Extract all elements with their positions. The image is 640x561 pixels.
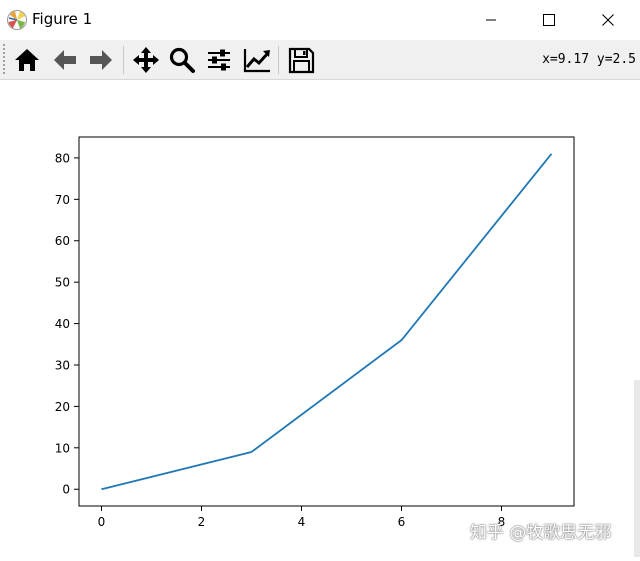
back-button[interactable] <box>48 43 82 76</box>
move-icon <box>133 47 159 73</box>
y-tick-label: 70 <box>55 193 70 207</box>
sliders-icon <box>208 49 230 71</box>
y-tick-label: 30 <box>55 358 70 372</box>
maximize-icon <box>543 14 555 26</box>
window-edge <box>634 380 640 557</box>
subplots-button[interactable] <box>202 43 236 76</box>
window-title: Figure 1 <box>32 10 93 28</box>
arrow-right-icon <box>90 50 112 70</box>
cursor-coordinates: x=9.17 y=2.5 <box>542 52 636 67</box>
x-tick-label: 4 <box>298 515 306 529</box>
maximize-button[interactable] <box>529 6 569 34</box>
matplotlib-app-icon <box>7 10 27 30</box>
x-tick-label: 2 <box>198 515 206 529</box>
toolbar-grip[interactable] <box>3 44 5 74</box>
home-icon <box>15 49 39 71</box>
y-tick-label: 80 <box>55 151 70 165</box>
title-bar: Figure 1 <box>0 0 640 40</box>
y-tick-label: 50 <box>55 276 70 290</box>
close-button[interactable] <box>588 6 628 34</box>
figure-canvas[interactable]: 02468 0 10 20 30 40 50 60 70 80 <box>0 80 640 557</box>
home-button[interactable] <box>10 43 44 76</box>
magnifier-icon <box>169 47 195 73</box>
x-tick-label: 6 <box>398 515 406 529</box>
y-tick-label: 20 <box>55 400 70 414</box>
watermark: 知乎 @牧歌思无邪 <box>470 523 612 543</box>
close-icon <box>602 14 614 26</box>
minimize-icon <box>486 19 496 21</box>
arrow-left-icon <box>54 50 76 70</box>
y-tick-label: 40 <box>55 317 70 331</box>
floppy-disk-icon <box>288 47 315 74</box>
edit-axes-button[interactable] <box>239 43 273 76</box>
pan-button[interactable] <box>129 43 163 76</box>
save-button[interactable] <box>284 43 318 76</box>
y-tick-label: 10 <box>55 441 70 455</box>
zoom-button[interactable] <box>165 43 199 76</box>
y-tick-label: 0 <box>62 483 70 497</box>
x-tick-label: 0 <box>98 515 106 529</box>
axes-frame <box>78 136 575 507</box>
forward-button[interactable] <box>84 43 118 76</box>
toolbar-separator <box>278 46 279 74</box>
toolbar-separator <box>123 46 124 74</box>
line-chart: 02468 01020304050607080 <box>55 136 575 529</box>
line-chart-icon <box>243 49 270 73</box>
y-tick-label: 60 <box>55 234 70 248</box>
minimize-button[interactable] <box>471 6 511 34</box>
